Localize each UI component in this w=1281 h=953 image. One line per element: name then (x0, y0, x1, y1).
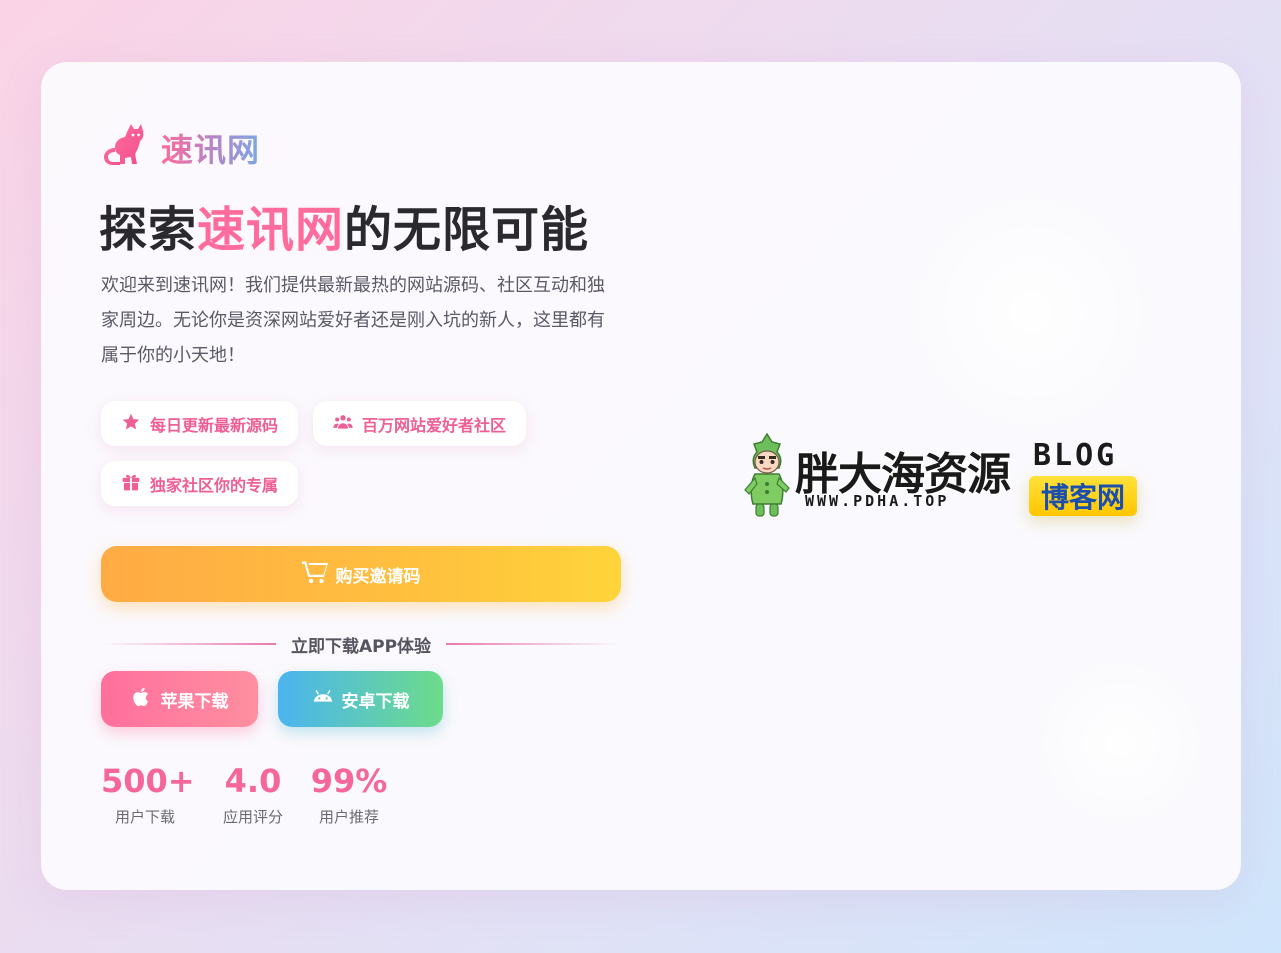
logo-url: WWW.PDHA.TOP (805, 492, 950, 510)
divider-line (446, 643, 621, 645)
title-prefix: 探索 (99, 202, 198, 258)
download-divider: 立即下载APP体验 (101, 632, 621, 657)
tag-exclusive: 独家社区你的专属 (101, 461, 299, 506)
gift-icon (121, 472, 150, 496)
tag-community: 百万网站爱好者社区 (313, 401, 527, 446)
brand-name: 速讯网 (161, 125, 260, 171)
mascot-icon (741, 432, 793, 522)
stat-downloads: 500+ 用户下载 (101, 762, 195, 827)
stat-rating: 4.0 应用评分 (213, 762, 293, 827)
decorative-glow (901, 182, 1161, 442)
site-logo: 胖大海资源 WWW.PDHA.TOP BLOG 博客网 (741, 432, 1151, 522)
title-suffix: 的无限可能 (344, 202, 590, 258)
android-icon (312, 686, 342, 713)
stat-label: 应用评分 (222, 808, 283, 826)
stat-value: 4.0 (224, 762, 282, 800)
tag-label: 每日更新最新源码 (150, 415, 279, 435)
android-button-label: 安卓下载 (341, 691, 410, 712)
buy-invite-code-button[interactable]: 购买邀请码 (101, 546, 621, 602)
stat-label: 用户推荐 (318, 808, 379, 826)
star-icon (121, 412, 150, 436)
users-icon (333, 412, 362, 436)
apple-icon (131, 686, 161, 713)
ios-download-button[interactable]: 苹果下载 (101, 671, 258, 727)
logo-badge: 博客网 (1029, 476, 1137, 516)
cat-icon (101, 124, 147, 172)
stat-value: 500+ (101, 762, 195, 800)
page-title: 探索速讯网的无限可能 (99, 190, 589, 260)
decorative-glow (1031, 652, 1211, 832)
title-highlight: 速讯网 (197, 202, 345, 258)
buy-button-label: 购买邀请码 (335, 566, 421, 587)
brand[interactable]: 速讯网 (101, 124, 260, 172)
tag-daily-update: 每日更新最新源码 (101, 401, 299, 446)
ios-button-label: 苹果下载 (160, 691, 229, 712)
intro-text: 欢迎来到速讯网！我们提供最新最热的网站源码、社区互动和独家周边。无论你是资深网站… (101, 275, 605, 366)
android-download-button[interactable]: 安卓下载 (278, 671, 443, 727)
tag-label: 百万网站爱好者社区 (362, 415, 507, 435)
logo-text: 胖大海资源 WWW.PDHA.TOP (795, 434, 1025, 520)
tag-label: 独家社区你的专属 (150, 475, 279, 495)
stat-recommend: 99% 用户推荐 (309, 762, 389, 827)
stat-label: 用户下载 (114, 808, 175, 826)
logo-blog: BLOG (1033, 438, 1118, 473)
stat-value: 99% (310, 762, 388, 800)
logo-blog-block: BLOG 博客网 (1029, 434, 1139, 520)
main-card: 速讯网 探索速讯网的无限可能 欢迎来到速讯网！我们提供最新最热的网站源码、社区互… (41, 62, 1241, 890)
cart-icon (301, 560, 336, 589)
